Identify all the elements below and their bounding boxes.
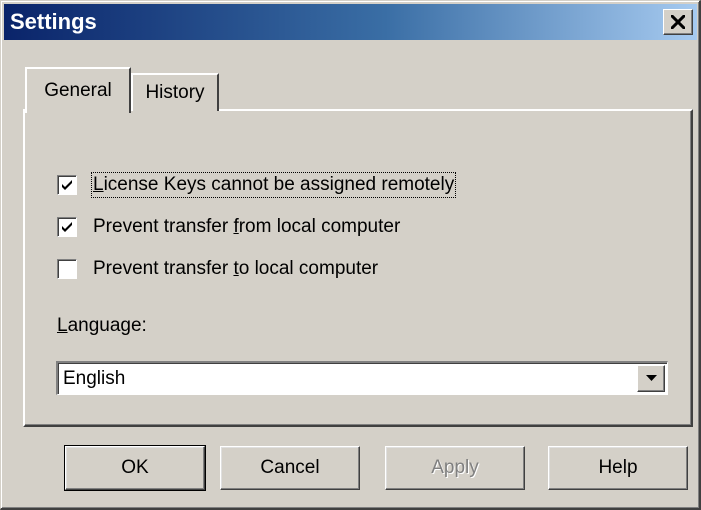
option-remote-license-keys[interactable]: License Keys cannot be assigned remotely bbox=[57, 171, 457, 199]
checkbox-prevent-transfer-to[interactable] bbox=[57, 259, 77, 279]
tab-history[interactable]: History bbox=[131, 73, 219, 111]
window-title: Settings bbox=[10, 9, 97, 34]
tab-general[interactable]: General bbox=[25, 67, 131, 113]
ok-button[interactable]: OK bbox=[64, 445, 206, 491]
close-icon bbox=[671, 15, 685, 29]
option-prevent-transfer-to[interactable]: Prevent transfer to local computer bbox=[57, 255, 378, 283]
option-prevent-transfer-from[interactable]: Prevent transfer from local computer bbox=[57, 213, 400, 241]
close-button[interactable] bbox=[663, 9, 693, 35]
checkbox-remote-license-keys[interactable] bbox=[57, 175, 77, 195]
checkmark-icon bbox=[62, 180, 72, 190]
language-select[interactable]: English bbox=[56, 361, 668, 395]
language-label: Language: bbox=[57, 315, 147, 336]
apply-button[interactable]: Apply bbox=[385, 446, 525, 490]
chevron-down-icon bbox=[646, 375, 657, 381]
help-button[interactable]: Help bbox=[548, 446, 688, 490]
tab-general-label: General bbox=[44, 80, 112, 101]
checkbox-label-prevent-transfer-from: Prevent transfer from local computer bbox=[93, 216, 401, 237]
checkbox-label-prevent-transfer-to: Prevent transfer to local computer bbox=[93, 258, 379, 279]
checkmark-icon bbox=[62, 222, 72, 232]
cancel-button[interactable]: Cancel bbox=[220, 446, 360, 490]
settings-dialog: Settings General History License Keys ca… bbox=[0, 0, 701, 510]
title-bar[interactable]: Settings bbox=[4, 4, 697, 40]
language-select-value: English bbox=[63, 368, 126, 389]
tab-history-label: History bbox=[145, 82, 205, 103]
checkbox-prevent-transfer-from[interactable] bbox=[57, 217, 77, 237]
checkbox-label-remote-license-keys: License Keys cannot be assigned remotely bbox=[90, 172, 457, 198]
language-dropdown-button[interactable] bbox=[637, 365, 665, 392]
